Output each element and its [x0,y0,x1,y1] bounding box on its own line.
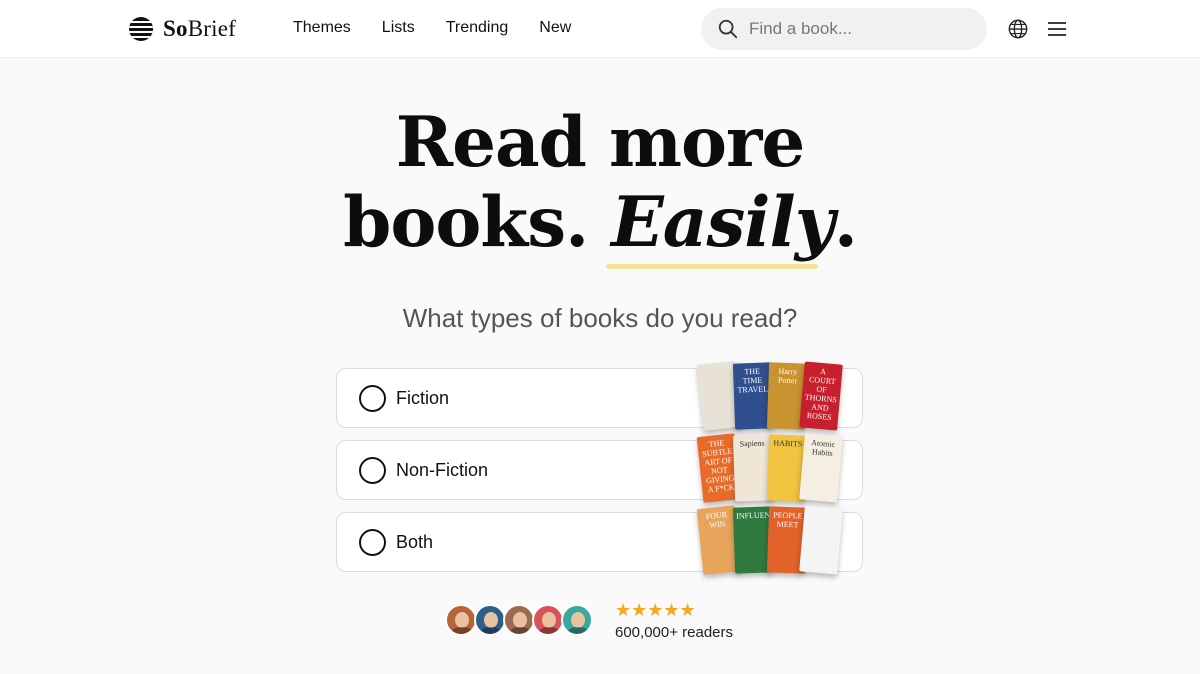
rating-stars: ★★★★★ [615,600,696,620]
brand-name: SoBrief [163,16,236,41]
headline-line-2-plain: books. [343,182,589,263]
nav-new[interactable]: New [539,19,571,37]
logo[interactable]: SoBrief [129,16,236,42]
emphasis-underline [606,264,818,269]
option-label: Non-Fiction [396,460,489,480]
book-cover: Atomic Habits [799,433,843,503]
nav-lists[interactable]: Lists [382,19,415,37]
question-text: What types of books do you read? [402,303,798,333]
option-both[interactable]: Both FOUR WIN INFLUENCE PEOPLE MEET [336,505,863,575]
nav-themes[interactable]: Themes [293,19,351,37]
avatar [503,604,535,636]
avatar [532,604,564,636]
book-covers-both: FOUR WIN INFLUENCE PEOPLE MEET [696,505,850,579]
option-fiction[interactable]: Fiction THE TIME TRAVEL Harry Potter A C… [336,361,863,431]
book-covers-fiction: THE TIME TRAVEL Harry Potter A COURT OF … [696,361,850,435]
headline-line-1: Read more [395,102,806,183]
search-icon [718,19,738,39]
radio-fiction[interactable] [359,385,386,412]
radio-both[interactable] [359,529,386,556]
avatar [474,604,506,636]
headline-emphasis: Easily [611,182,835,263]
avatar [561,604,593,636]
hero-headline: Read more books. Easily. [343,102,858,263]
logo-icon [129,17,153,41]
search-input[interactable] [749,19,969,39]
book-cover [799,505,843,575]
book-cover: A COURT OF THORNS AND ROSES [799,361,843,431]
avatar [445,604,477,636]
radio-non-fiction[interactable] [359,457,386,484]
option-label: Both [396,532,434,552]
book-covers-non-fiction: THE SUBTLE ART OF NOT GIVING A F*CK Sapi… [696,433,850,507]
search-bar[interactable] [701,8,987,50]
nav-trending[interactable]: Trending [446,19,509,37]
option-label: Fiction [396,388,450,408]
main-nav: Themes Lists Trending New [293,19,602,37]
hamburger-menu-icon[interactable] [1047,19,1067,39]
globe-icon[interactable] [1007,18,1029,40]
site-header: SoBrief Themes Lists Trending New [0,0,1200,58]
reader-count: 600,000+ readers [615,624,734,641]
option-non-fiction[interactable]: Non-Fiction THE SUBTLE ART OF NOT GIVING… [336,433,863,503]
